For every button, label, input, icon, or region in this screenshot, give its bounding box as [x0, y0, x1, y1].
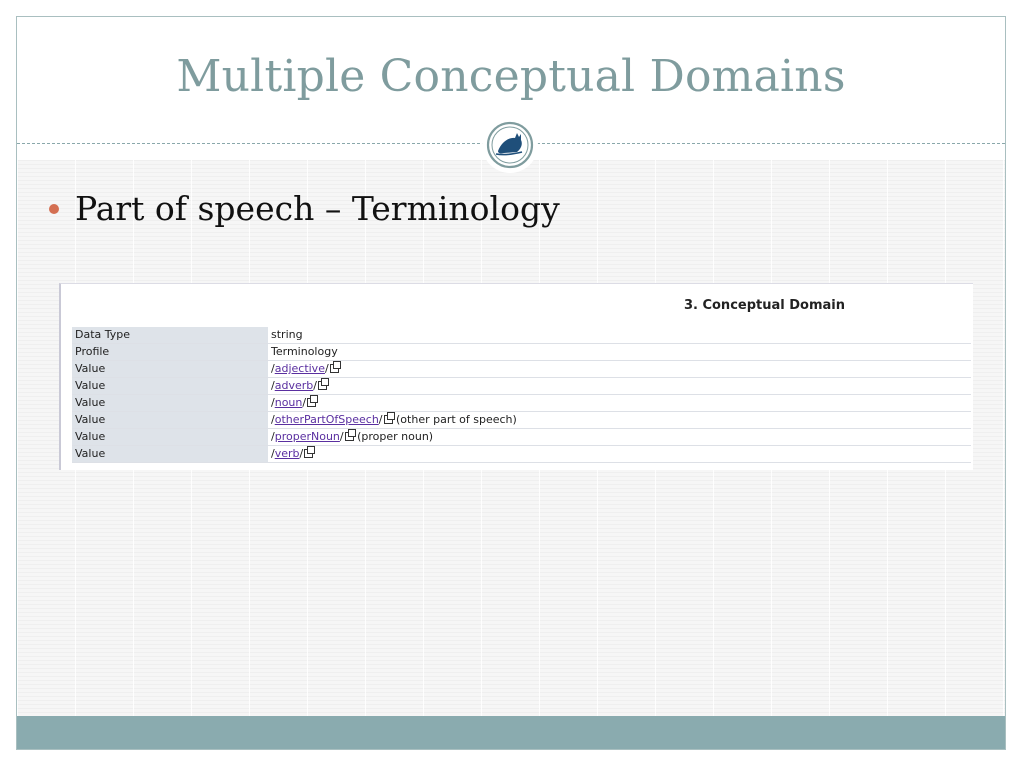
external-link-icon[interactable]	[317, 378, 329, 390]
row-label: Profile	[72, 344, 268, 360]
table-row: Value /properNoun/ (proper noun)	[72, 429, 971, 446]
property-table: Data Type string Profile Terminology Val…	[72, 327, 971, 463]
bullet-text: Part of speech – Terminology	[75, 189, 560, 228]
value-link-verb[interactable]: verb	[275, 447, 300, 460]
row-label: Value	[72, 429, 268, 445]
row-value: Terminology	[268, 344, 971, 360]
cat-emblem-icon	[482, 117, 538, 173]
value-link-propernoun[interactable]: properNoun	[275, 430, 340, 443]
row-label: Data Type	[72, 327, 268, 343]
panel-heading: 3. Conceptual Domain	[683, 298, 845, 313]
row-label: Value	[72, 395, 268, 411]
bullet-dot	[49, 203, 59, 214]
table-row: Value /otherPartOfSpeech/ (other part of…	[72, 412, 971, 429]
row-label: Value	[72, 446, 268, 462]
path-suffix: /	[339, 430, 344, 443]
row-value: /adverb/	[268, 378, 971, 394]
row-label: Value	[72, 378, 268, 394]
external-link-icon[interactable]	[329, 361, 341, 373]
table-row: Data Type string	[72, 327, 971, 344]
value-note: (proper noun)	[357, 430, 434, 443]
path-suffix: /	[299, 447, 304, 460]
external-link-icon[interactable]	[307, 395, 319, 407]
row-value: /otherPartOfSpeech/ (other part of speec…	[268, 412, 971, 428]
value-link-otherpartofspeech[interactable]: otherPartOfSpeech	[275, 413, 379, 426]
row-label: Value	[72, 412, 268, 428]
row-value: /adjective/	[268, 361, 971, 377]
table-row: Value /noun/	[72, 395, 971, 412]
path-suffix: /	[324, 362, 329, 375]
path-suffix: /	[313, 379, 317, 392]
row-value: /verb/	[268, 446, 971, 462]
value-link-noun[interactable]: noun	[275, 396, 303, 409]
footer-bar	[17, 716, 1005, 749]
table-row: Value /adjective/	[72, 361, 971, 378]
table-row: Profile Terminology	[72, 344, 971, 361]
row-value: /noun/	[268, 395, 971, 411]
slide: Multiple Conceptual Domains Part of spee…	[16, 16, 1006, 750]
table-row: Value /adverb/	[72, 378, 971, 395]
conceptual-domain-panel: 3. Conceptual Domain Data Type string Pr…	[59, 283, 973, 470]
value-link-adjective[interactable]: adjective	[275, 362, 325, 375]
table-row: Value /verb/	[72, 446, 971, 463]
path-suffix: /	[378, 413, 383, 426]
external-link-icon[interactable]	[344, 429, 356, 441]
row-value: /properNoun/ (proper noun)	[268, 429, 971, 445]
value-link-adverb[interactable]: adverb	[275, 379, 314, 392]
external-link-icon[interactable]	[383, 412, 395, 424]
row-value: string	[268, 327, 971, 343]
bullet-item: Part of speech – Terminology	[49, 189, 560, 228]
value-note: (other part of speech)	[396, 413, 517, 426]
row-label: Value	[72, 361, 268, 377]
path-suffix: /	[302, 396, 307, 409]
external-link-icon[interactable]	[304, 446, 316, 458]
slide-title: Multiple Conceptual Domains	[176, 51, 846, 102]
